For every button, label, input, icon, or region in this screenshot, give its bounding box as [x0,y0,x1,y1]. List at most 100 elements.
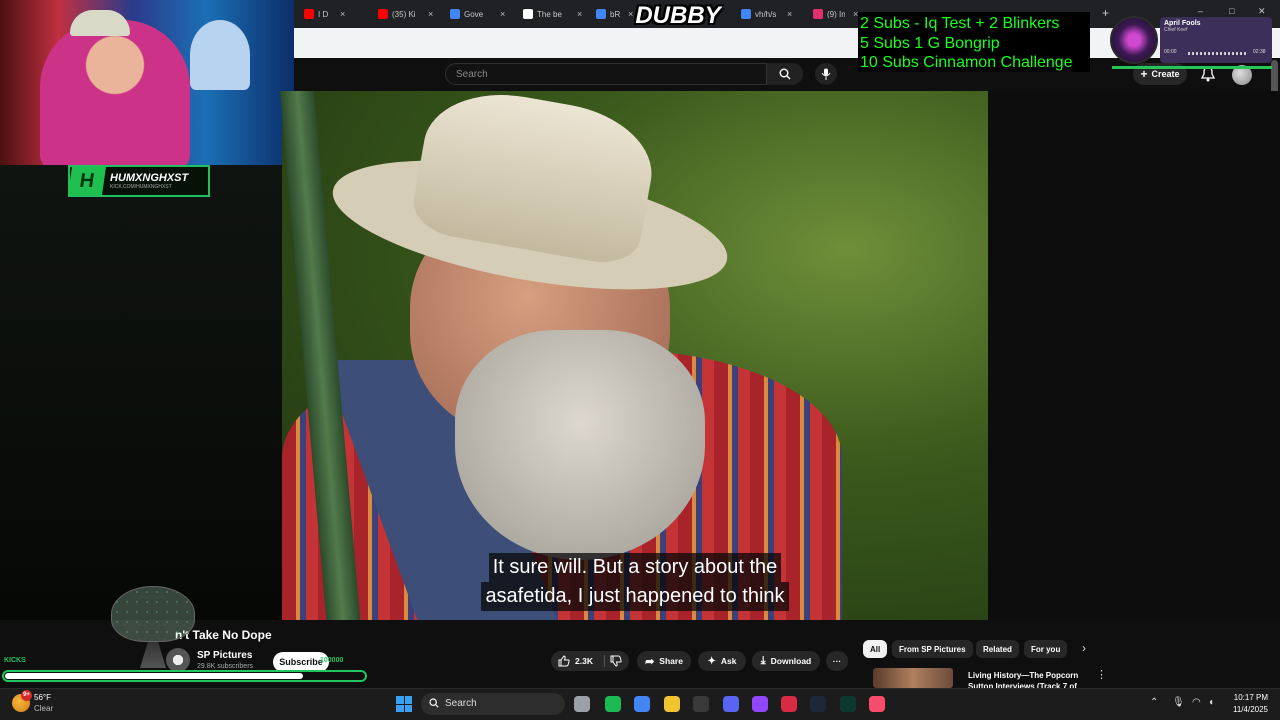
goal-item: 5 Subs 1 G Bongrip [860,34,1000,52]
close-tab-icon[interactable]: × [500,9,505,19]
chrome-icon[interactable] [634,696,650,712]
browser-tab[interactable]: vh/h/s × [741,4,792,24]
file-explorer-icon[interactable] [664,696,680,712]
chip-related[interactable]: Related [976,640,1019,658]
taskbar-search-label: Search [445,698,477,709]
clock-time[interactable]: 10:17 PM [1222,693,1268,702]
clock-date[interactable]: 11/4/2025 [1222,705,1268,714]
wifi-icon[interactable]: ◠ [1192,697,1201,708]
steam-icon[interactable] [810,696,826,712]
browser-tab-label: vh/h/s [755,9,777,19]
man-beard [455,330,705,560]
like-divider [603,655,605,667]
microphone-icon [821,68,831,80]
close-window-button[interactable]: ✕ [1258,6,1266,17]
share-icon: ➦ [645,655,655,668]
recommended-video-thumbnail[interactable] [873,668,953,688]
weather-notification-badge: 9+ [21,690,32,701]
voice-search-button[interactable] [815,63,837,85]
obs-icon[interactable] [693,696,709,712]
stream-goal-progress-fill [5,673,303,679]
close-tab-icon[interactable]: × [577,9,582,19]
now-playing-title: April Fools [1164,20,1201,27]
google-icon [596,9,606,19]
logo-text-block: HUMXNGHXST KICK.COM/HUMXNGHXST [104,172,188,190]
more-icon: ··· [832,656,842,666]
ask-label: Ask [720,656,737,666]
browser-tab[interactable]: bRB g× [596,4,633,24]
maximize-button[interactable]: □ [1229,6,1234,16]
recommended-more-icon[interactable]: ⋮ [1096,668,1107,681]
browser-tab[interactable]: The be × [523,4,582,24]
thumbs-down-icon[interactable] [610,655,622,667]
browser-tab-label: (35) Ki [392,9,416,19]
itunes-icon[interactable] [869,696,885,712]
discord-icon[interactable] [723,696,739,712]
logo-h-icon: H [68,167,106,195]
browser-tab[interactable]: (35) Ki × [378,4,433,24]
thumbs-up-icon [558,655,570,667]
chevron-right-icon[interactable]: › [1082,641,1086,655]
logo-url: KICK.COM/HUMXNGHXST [110,184,172,190]
close-tab-icon[interactable]: × [340,9,345,19]
search-icon [779,68,791,80]
browser-tab-label: (9) Inst [827,9,845,19]
download-label: Download [770,656,812,666]
task-view-icon[interactable] [574,696,590,712]
video-subtitles: It sure will. But a story about the asaf… [448,553,822,611]
tray-chevron-icon[interactable]: ⌃ [1150,697,1158,708]
channel-name[interactable]: SP Pictures [197,650,252,661]
now-playing-artist: Chief Keef [1164,27,1188,33]
kick-goal-target: 100000 [320,657,344,664]
ask-button[interactable]: ✦ Ask [698,651,746,671]
create-label: Create [1151,69,1180,79]
close-tab-icon[interactable]: × [787,9,792,19]
dubby-logo: DUBBY [635,2,721,29]
spotify-icon[interactable] [605,696,621,712]
download-button[interactable]: ⤓ Download [752,651,820,671]
github-icon [523,9,533,19]
taskbar-search-icon [429,698,439,711]
share-button[interactable]: ➦ Share [637,651,691,671]
channel-avatar[interactable] [166,648,190,672]
youtube-icon [378,9,388,19]
taskbar-search[interactable]: Search [421,693,565,715]
weather-temperature: 56°F [34,693,51,702]
like-button[interactable]: 2.3K [551,651,629,671]
subscriber-count: 29.8K subscribers [197,663,254,670]
share-label: Share [659,656,683,666]
left-dark-background [0,165,282,620]
like-count: 2.3K [575,656,593,666]
logo-name: HUMXNGHXST [110,172,189,184]
plus-icon: + [1140,67,1148,81]
google-icon [450,9,460,19]
search-input[interactable]: Search [445,63,767,85]
new-tab-button[interactable]: + [1102,6,1109,20]
app-red-icon[interactable] [781,696,797,712]
subtitle-line-2: asafetida, I just happened to think [481,582,789,611]
recommended-video-title[interactable]: Living History—The Popcorn Sutton Interv… [968,670,1088,690]
streamer-cap [70,10,130,36]
volume-icon[interactable]: ◖ [1208,697,1214,708]
browser-tab[interactable]: (9) Inst× [813,4,858,24]
browser-tab-label: Gove [464,9,484,19]
chip-all[interactable]: All [863,640,888,658]
browser-tab[interactable]: I D × [304,4,345,24]
more-actions-button[interactable]: ··· [826,651,848,671]
chip-from-channel[interactable]: From SP Pictures [892,640,973,658]
instagram-icon [813,9,823,19]
tray-mic-icon[interactable]: 🎙 [1172,697,1185,708]
ghost-poster [190,20,250,90]
close-tab-icon[interactable]: × [428,9,433,19]
twitch-icon[interactable] [752,696,768,712]
right-side-panel [988,91,1280,620]
sparkle-icon: ✦ [707,655,716,667]
chip-for-you[interactable]: For you [1024,640,1068,658]
browser-tab[interactable]: Gove × [450,4,505,24]
windows-start-icon[interactable] [396,696,412,712]
goal-item: 10 Subs Cinnamon Challenge [860,54,1073,71]
search-button[interactable] [767,63,803,85]
minimize-button[interactable]: – [1198,6,1203,16]
now-playing-progress [1188,52,1246,55]
terminal-icon[interactable] [840,696,856,712]
